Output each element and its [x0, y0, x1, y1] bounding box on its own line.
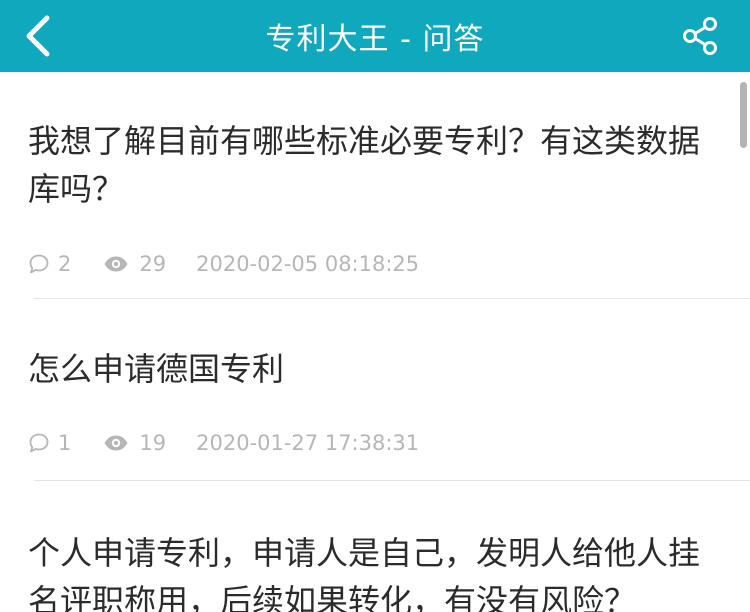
page-title: 专利大王 - 问答 — [265, 22, 485, 57]
share-icon — [683, 17, 717, 55]
comment-icon — [29, 433, 49, 453]
app-screen: 专利大王 - 问答 我想了解目前有哪些标准必要专利？有这类数据库吗？ 2 29 … — [0, 0, 750, 612]
question-title: 我想了解目前有哪些标准必要专利？有这类数据库吗？ — [28, 122, 701, 208]
question-meta: 2 29 2020-02-05 08:18:25 — [28, 252, 716, 276]
comment-stat: 2 — [28, 252, 71, 276]
post-time: 2020-02-05 08:18:25 — [196, 252, 420, 276]
post-time: 2020-01-27 17:38:31 — [196, 431, 420, 455]
view-count: 29 — [139, 252, 167, 276]
question-item[interactable]: 怎么申请德国专利 1 19 2020-01-27 17:38:31 — [0, 299, 750, 481]
comment-count: 2 — [58, 252, 72, 276]
question-meta: 1 19 2020-01-27 17:38:31 — [28, 431, 716, 455]
comment-count: 1 — [58, 431, 72, 455]
question-list[interactable]: 我想了解目前有哪些标准必要专利？有这类数据库吗？ 2 29 2020-02-05… — [0, 72, 750, 612]
question-item[interactable]: 个人申请专利，申请人是自己，发明人给他人挂名评职称用，后续如果转化，有没有风险？ — [0, 481, 750, 612]
chevron-left-icon — [26, 15, 50, 57]
back-button[interactable] — [14, 12, 62, 60]
top-bar: 专利大王 - 问答 — [0, 0, 750, 72]
question-title: 个人申请专利，申请人是自己，发明人给他人挂名评职称用，后续如果转化，有没有风险？ — [28, 534, 701, 612]
scrollbar[interactable] — [740, 82, 747, 148]
eye-icon — [104, 256, 128, 272]
comment-icon — [29, 254, 49, 274]
view-stat: 29 — [103, 252, 166, 276]
share-button[interactable] — [676, 12, 724, 60]
comment-stat: 1 — [28, 431, 71, 455]
question-item[interactable]: 我想了解目前有哪些标准必要专利？有这类数据库吗？ 2 29 2020-02-05… — [0, 72, 750, 299]
question-title: 怎么申请德国专利 — [28, 350, 285, 388]
view-stat: 19 — [103, 431, 166, 455]
view-count: 19 — [139, 431, 167, 455]
eye-icon — [104, 435, 128, 451]
